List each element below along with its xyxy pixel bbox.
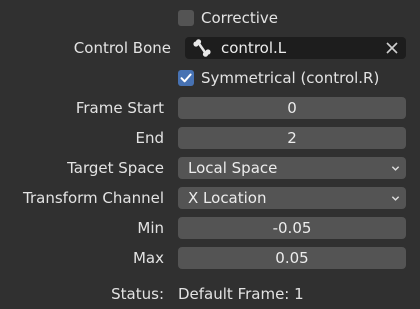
chevron-down-icon	[391, 196, 400, 201]
frame-start-label: Frame Start	[75, 99, 164, 117]
control-bone-row: Control Bone control.L	[0, 35, 420, 61]
end-label: End	[135, 129, 164, 147]
control-bone-field[interactable]: control.L	[185, 37, 406, 59]
max-field[interactable]: 0.05	[178, 247, 406, 269]
end-row: End 2	[0, 125, 420, 151]
max-row: Max 0.05	[0, 245, 420, 271]
corrective-label[interactable]: Corrective	[201, 5, 278, 31]
corrective-row: Corrective	[0, 5, 420, 31]
transform-channel-row: Transform Channel X Location	[0, 185, 420, 211]
chevron-down-icon	[391, 166, 400, 171]
target-space-value: Local Space	[188, 159, 278, 177]
target-space-label: Target Space	[67, 159, 164, 177]
control-bone-label: Control Bone	[73, 39, 171, 57]
transform-channel-label: Transform Channel	[23, 189, 164, 207]
min-row: Min -0.05	[0, 215, 420, 241]
symmetrical-checkbox[interactable]	[178, 70, 194, 86]
min-label: Min	[137, 219, 164, 237]
checkmark-icon	[180, 73, 192, 83]
transform-channel-value: X Location	[188, 189, 267, 207]
status-row: Status: Default Frame: 1	[0, 281, 420, 307]
close-icon[interactable]	[386, 42, 398, 54]
bone-icon	[193, 39, 211, 57]
status-value: Default Frame: 1	[178, 285, 304, 303]
end-field[interactable]: 2	[178, 127, 406, 149]
symmetrical-label[interactable]: Symmetrical (control.R)	[201, 65, 379, 91]
transform-channel-dropdown[interactable]: X Location	[178, 187, 406, 209]
min-field[interactable]: -0.05	[178, 217, 406, 239]
frame-start-field[interactable]: 0	[178, 97, 406, 119]
status-label: Status:	[111, 285, 164, 303]
frame-start-row: Frame Start 0	[0, 95, 420, 121]
target-space-row: Target Space Local Space	[0, 155, 420, 181]
max-label: Max	[132, 249, 164, 267]
corrective-checkbox[interactable]	[178, 10, 194, 26]
control-bone-value: control.L	[221, 39, 287, 57]
target-space-dropdown[interactable]: Local Space	[178, 157, 406, 179]
symmetrical-row: Symmetrical (control.R)	[0, 65, 420, 91]
